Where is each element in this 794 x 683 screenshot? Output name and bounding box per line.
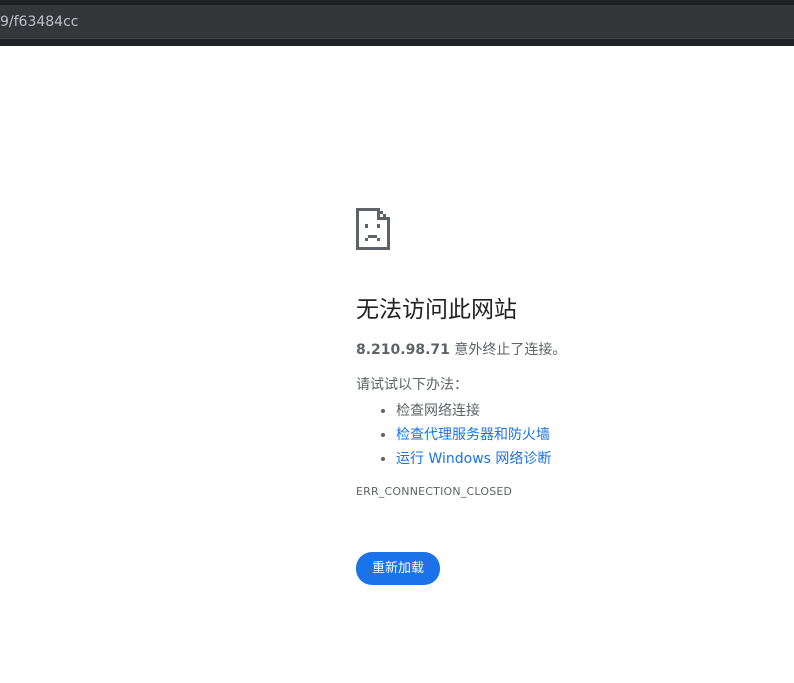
error-summary: 8.210.98.71 意外终止了连接。 [356, 340, 776, 360]
suggestion-check-proxy[interactable]: 检查代理服务器和防火墙 [396, 423, 776, 447]
summary-text: 意外终止了连接。 [449, 342, 567, 358]
sad-page-icon [356, 208, 390, 250]
check-proxy-link[interactable]: 检查代理服务器和防火墙 [396, 427, 550, 443]
error-page-content: 无法访问此网站 8.210.98.71 意外终止了连接。 请试试以下办法： 检查… [356, 208, 776, 585]
reload-button[interactable]: 重新加载 [356, 552, 441, 585]
suggestion-check-network: 检查网络连接 [396, 399, 776, 423]
address-bar-url[interactable]: 9/f63484cc [0, 14, 78, 30]
host-name: 8.210.98.71 [356, 342, 450, 358]
suggestion-run-diagnostics[interactable]: 运行 Windows 网络诊断 [396, 447, 776, 471]
suggestions-intro: 请试试以下办法： [356, 377, 468, 393]
suggestions-list: 检查网络连接 检查代理服务器和防火墙 运行 Windows 网络诊断 [356, 399, 776, 471]
browser-top-bar: 9/f63484cc [0, 0, 794, 46]
run-diagnostics-link[interactable]: 运行 Windows 网络诊断 [396, 451, 551, 467]
error-code: ERR_CONNECTION_CLOSED [356, 485, 513, 498]
error-title: 无法访问此网站 [356, 297, 517, 323]
suggestion-label: 检查网络连接 [396, 403, 480, 419]
address-bar[interactable]: 9/f63484cc [0, 5, 794, 39]
